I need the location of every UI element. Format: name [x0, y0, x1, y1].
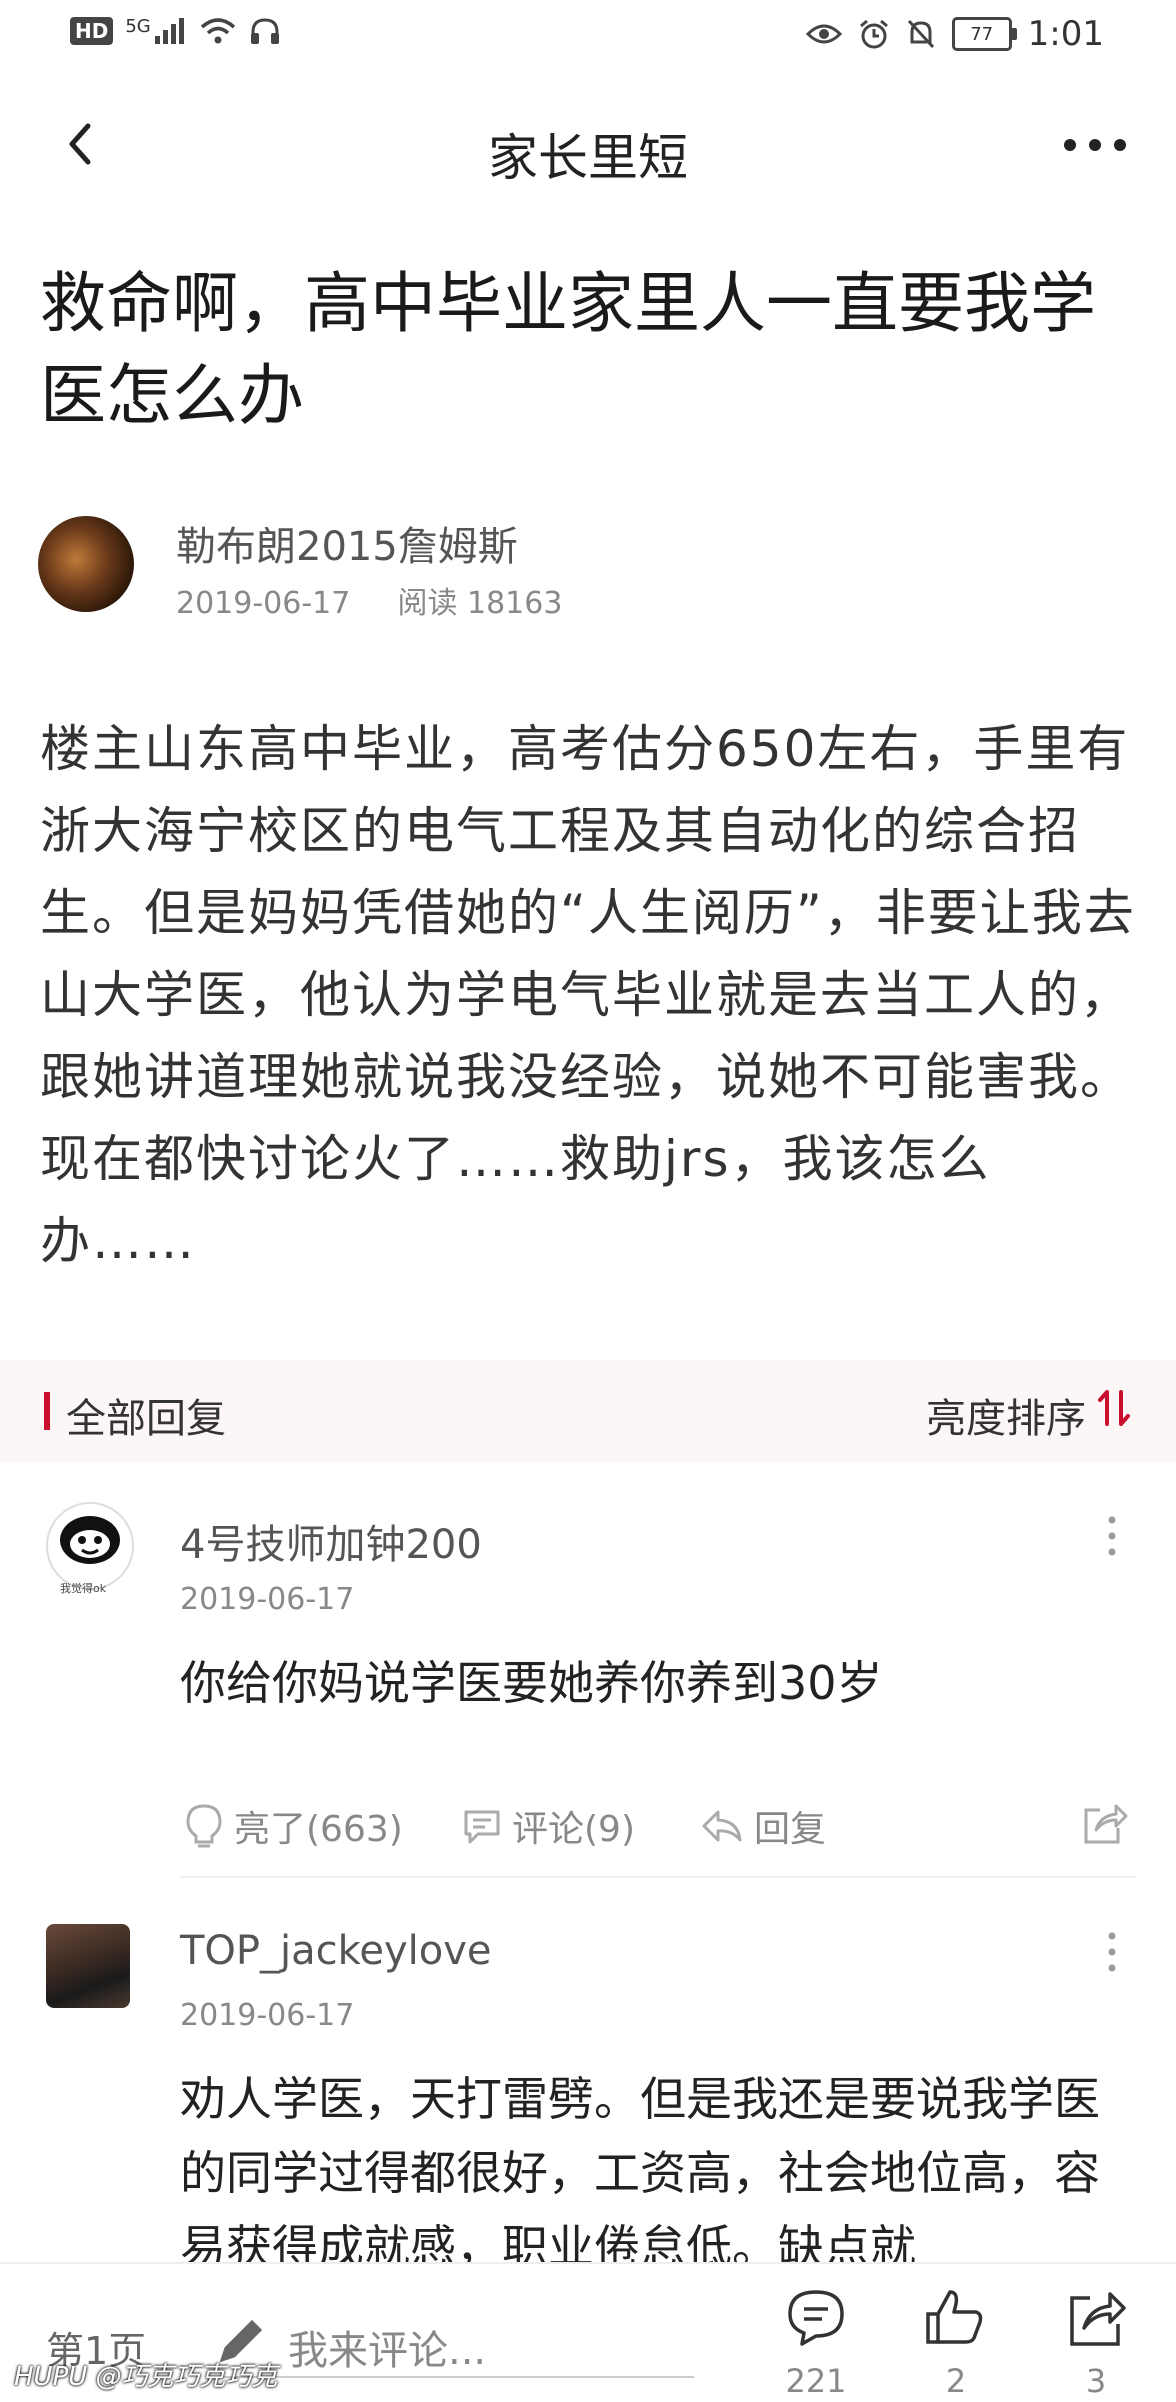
author-name[interactable]: 勒布朗2015詹姆斯: [176, 514, 518, 572]
post-meta: 2019-06-17 阅读 18163: [176, 578, 562, 622]
likes-count: 2: [945, 2362, 967, 2400]
avatar-caption: 我觉得ok: [60, 1582, 107, 1595]
wifi-icon: [200, 18, 235, 44]
clock-time: 1:01: [1027, 14, 1104, 54]
nav-title: 家长里短: [488, 129, 688, 187]
thumbs-up-icon: [926, 2290, 983, 2344]
shares-count: 3: [1085, 2362, 1107, 2400]
post-reads: 阅读 18163: [397, 586, 563, 621]
comment-divider: [180, 1876, 1136, 1878]
chat-bubble-icon: [464, 1810, 500, 1844]
alarm-icon: [859, 19, 888, 49]
more-options-icon[interactable]: [1060, 120, 1130, 170]
reply-button[interactable]: 回复: [700, 1800, 826, 1852]
sort-button[interactable]: 亮度排序: [926, 1386, 1086, 1444]
light-count: 亮了(663): [234, 1809, 403, 1850]
comment-menu-icon[interactable]: [1102, 1514, 1122, 1558]
comment-date: 2019-06-17: [180, 1582, 355, 1617]
comments-icon: [788, 2290, 844, 2346]
nav-bar: 家长里短: [0, 90, 1176, 200]
comment-text: 劝人学医，天打雷劈。但是我还是要说我学医的同学过得都很好，工资高，社会地位高，容…: [180, 2072, 1100, 2262]
comment-count-button[interactable]: 评论(9): [462, 1800, 635, 1852]
signal-label: 5G: [125, 16, 151, 37]
comment-count: 评论(9): [512, 1809, 635, 1850]
share-bottom-icon: [1070, 2292, 1126, 2346]
lightbulb-icon: [186, 1804, 222, 1848]
battery-icon: 77: [951, 17, 1017, 51]
signal-icon: [154, 18, 184, 44]
comment-input[interactable]: 我来评论...: [288, 2318, 486, 2376]
comment-date: 2019-06-17: [180, 1998, 355, 2033]
eye-icon: [805, 24, 842, 44]
status-right: 77 1:01: [805, 14, 1104, 54]
headphones-icon: [250, 18, 279, 44]
comment-text: 你给你妈说学医要她养你养到30岁: [180, 1656, 883, 1710]
reply-arrow-icon: [702, 1810, 742, 1842]
comment-avatar[interactable]: [46, 1502, 134, 1590]
panda-meme-icon: [60, 1516, 120, 1564]
comment-avatar[interactable]: [46, 1924, 130, 2008]
sort-icon[interactable]: [1096, 1388, 1132, 1428]
status-bar: HD 5G 77 1:01: [0, 0, 1176, 72]
section-accent-bar: [44, 1392, 50, 1430]
reply-label: 回复: [754, 1809, 827, 1850]
status-left: HD 5G: [70, 16, 281, 46]
author-avatar[interactable]: [38, 516, 134, 612]
battery-level: 77: [970, 23, 994, 45]
comment-menu-icon[interactable]: [1102, 1930, 1122, 1974]
replies-header: 全部回复 亮度排序: [0, 1360, 1176, 1462]
hd-badge: HD: [70, 17, 114, 45]
post-body: 楼主山东高中毕业，高考估分650左右，手里有浙大海宁校区的电气工程及其自动化的综…: [40, 720, 1136, 1270]
share-icon[interactable]: [1080, 1800, 1128, 1848]
comment-input-underline: [214, 2376, 694, 2378]
mute-bell-icon: [907, 19, 934, 49]
light-button[interactable]: 亮了(663): [184, 1800, 403, 1852]
comment-author[interactable]: 4号技师加钟200: [180, 1512, 482, 1570]
watermark: HUPU @巧克巧克巧克: [14, 2362, 278, 2392]
all-replies-label: 全部回复: [66, 1396, 226, 1442]
post-date: 2019-06-17: [176, 586, 351, 621]
comment-author[interactable]: TOP_jackeylove: [180, 1928, 492, 1974]
comments-count: 221: [785, 2362, 847, 2400]
post-title: 救命啊，高中毕业家里人一直要我学医怎么办: [40, 265, 1096, 434]
